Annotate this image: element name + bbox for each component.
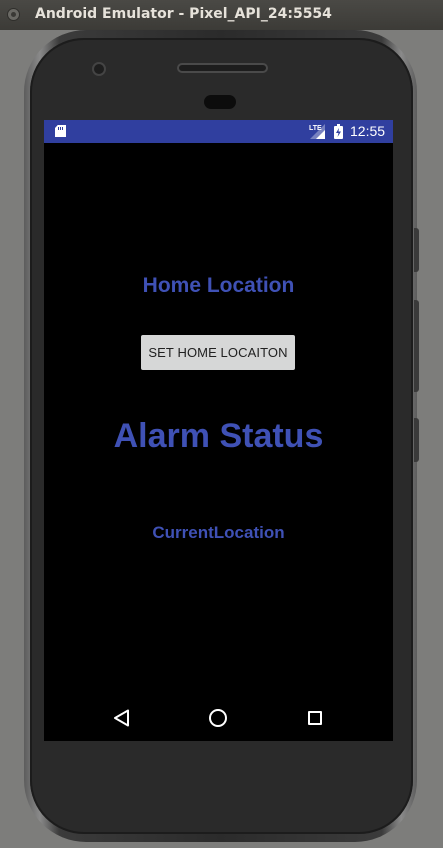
window-title: Android Emulator - Pixel_API_24:5554 bbox=[35, 6, 332, 22]
device-screen: LTE 12:55 Home Location SET HOME LOCAITO… bbox=[44, 120, 393, 741]
power-button[interactable] bbox=[414, 228, 419, 272]
set-home-location-button[interactable]: SET HOME LOCAITON bbox=[141, 335, 295, 370]
home-location-label: Home Location bbox=[142, 274, 295, 297]
recents-icon[interactable] bbox=[308, 711, 322, 725]
volume-button[interactable] bbox=[414, 300, 419, 392]
sd-card-icon bbox=[55, 125, 66, 137]
navigation-bar bbox=[44, 693, 393, 741]
emulator-window: Android Emulator - Pixel_API_24:5554 LTE… bbox=[0, 0, 443, 848]
battery-charging-icon bbox=[334, 124, 343, 139]
title-bar: Android Emulator - Pixel_API_24:5554 bbox=[0, 0, 443, 30]
close-window-icon[interactable] bbox=[7, 8, 20, 21]
proximity-sensor bbox=[204, 95, 236, 109]
status-bar: LTE 12:55 bbox=[44, 120, 393, 143]
current-location-label: CurrentLocation bbox=[152, 523, 285, 542]
back-icon[interactable] bbox=[113, 709, 131, 727]
status-clock: 12:55 bbox=[350, 123, 386, 139]
front-camera-icon bbox=[92, 62, 106, 76]
alarm-status-label: Alarm Status bbox=[113, 417, 324, 455]
side-button-lower[interactable] bbox=[414, 418, 419, 462]
home-icon[interactable] bbox=[209, 709, 227, 727]
lte-label: LTE bbox=[309, 125, 322, 132]
lte-signal-icon: LTE bbox=[309, 124, 325, 139]
earpiece-speaker bbox=[177, 63, 268, 73]
